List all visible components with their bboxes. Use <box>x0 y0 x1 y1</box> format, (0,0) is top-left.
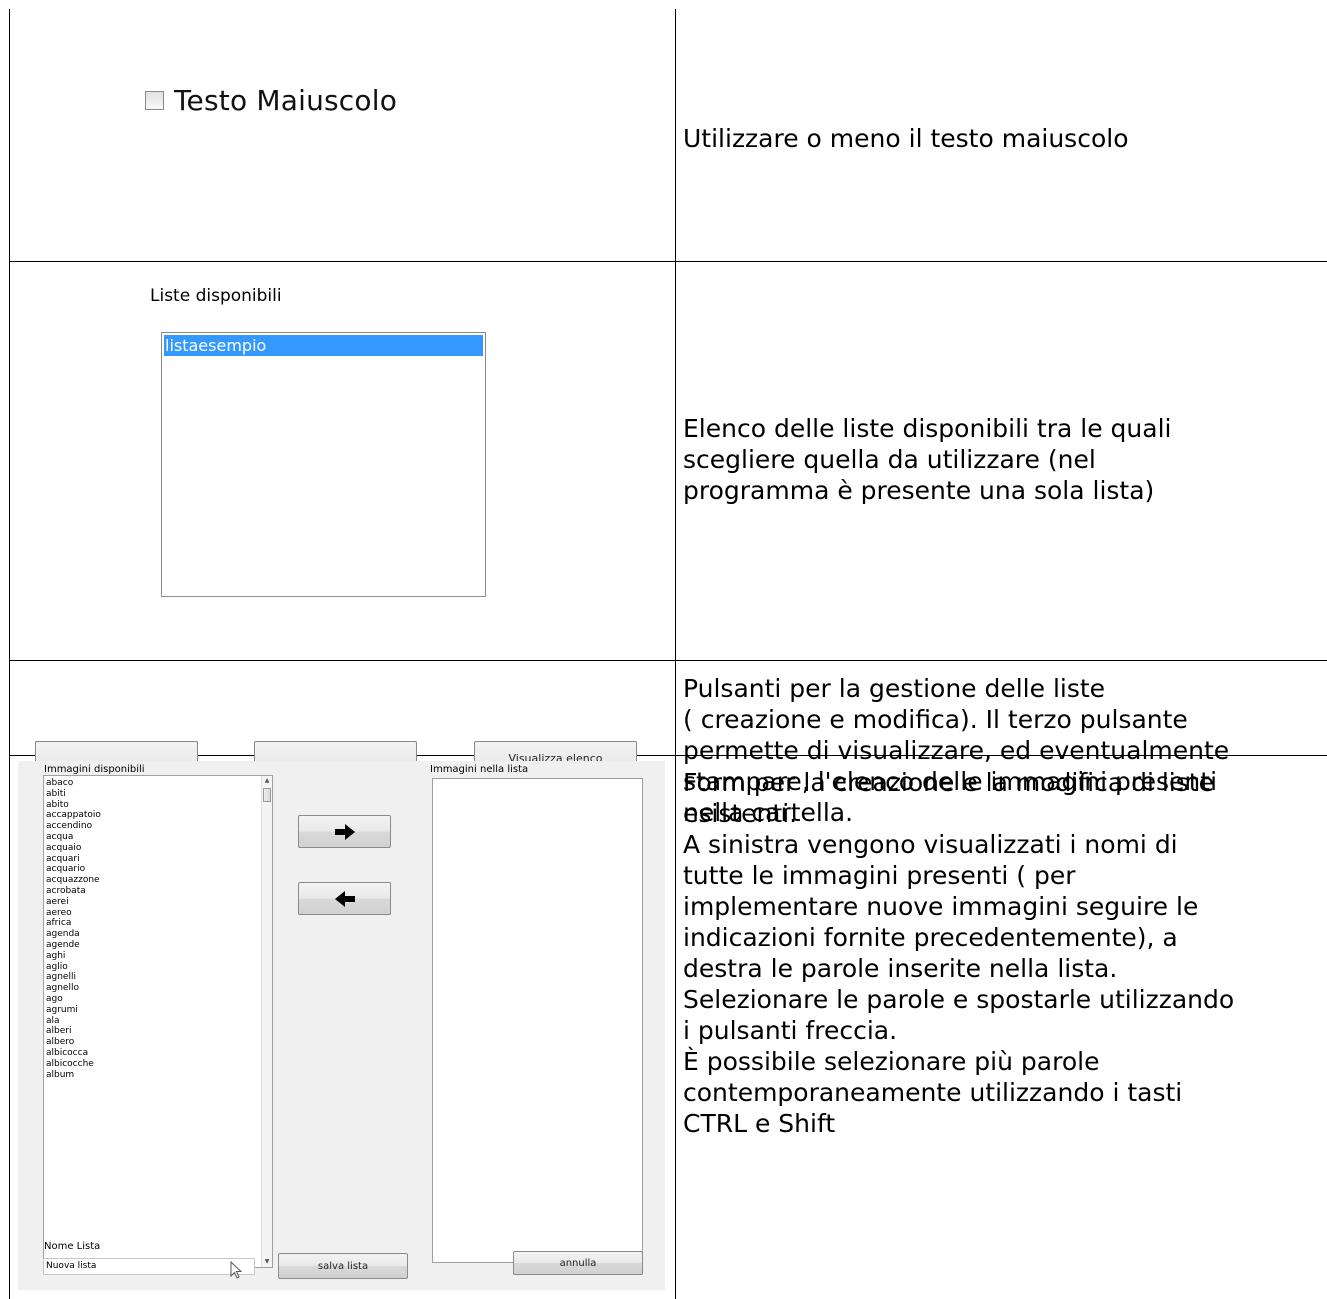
images-in-list-label: Immagini nella lista <box>430 764 529 775</box>
list-name-input[interactable]: Nuova lista <box>43 1258 255 1275</box>
row4-description: Form per la creazione e la modifica di l… <box>683 768 1235 1138</box>
list-item[interactable]: acquari <box>46 854 101 865</box>
list-item[interactable]: accappatoio <box>46 810 101 821</box>
list-item[interactable]: acquaio <box>46 843 101 854</box>
list-item[interactable]: agnello <box>46 983 101 994</box>
row2-description: Elenco delle liste disponibili tra le qu… <box>683 414 1172 505</box>
checkbox-label: Testo Maiuscolo <box>174 84 398 117</box>
mouse-cursor-icon <box>230 1261 242 1279</box>
checkbox-box[interactable] <box>145 91 164 110</box>
list-item[interactable]: aerei <box>46 897 101 908</box>
list-item[interactable]: album <box>46 1070 101 1081</box>
cancel-button[interactable]: annulla <box>513 1251 643 1275</box>
list-item[interactable]: abiti <box>46 789 101 800</box>
table-column-divider <box>675 9 676 1299</box>
scroll-thumb[interactable] <box>263 788 271 802</box>
move-right-button[interactable] <box>298 815 391 848</box>
scroll-down-icon[interactable]: ▼ <box>263 1258 271 1266</box>
listbox-scrollbar[interactable]: ▲ ▼ <box>261 776 272 1267</box>
list-item[interactable]: acquario <box>46 864 101 875</box>
list-item[interactable]: agnelli <box>46 972 101 983</box>
available-images-label: Immagini disponibili <box>44 764 145 775</box>
row-divider-1 <box>9 261 1327 262</box>
available-images-listbox[interactable]: abaco abiti abito accappatoio accendino acqua… <box>43 775 273 1268</box>
list-item[interactable]: abito <box>46 800 101 811</box>
arrow-right-icon <box>334 823 355 840</box>
row-divider-2 <box>9 660 1327 661</box>
move-left-button[interactable] <box>298 882 391 915</box>
list-item[interactable]: aereo <box>46 908 101 919</box>
list-item[interactable]: ago <box>46 994 101 1005</box>
list-item[interactable]: agende <box>46 940 101 951</box>
save-list-button[interactable]: salva lista <box>278 1253 408 1279</box>
list-item[interactable]: acqua <box>46 832 101 843</box>
list-item[interactable]: albicocche <box>46 1059 101 1070</box>
list-item[interactable]: acrobata <box>46 886 101 897</box>
list-item[interactable]: agrumi <box>46 1005 101 1016</box>
table-left-border <box>9 9 10 1299</box>
images-in-list-listbox[interactable] <box>432 778 643 1263</box>
available-lists-label: Liste disponibili <box>150 286 282 306</box>
list-item[interactable]: agenda <box>46 929 101 940</box>
list-item-selected[interactable]: listaesempio <box>164 335 483 356</box>
list-item[interactable]: albero <box>46 1037 101 1048</box>
list-editor-form: Immagini disponibili Immagini nella list… <box>18 761 665 1290</box>
uppercase-checkbox[interactable]: Testo Maiuscolo <box>145 84 397 117</box>
list-name-label: Nome Lista <box>44 1241 101 1252</box>
list-item[interactable]: ala <box>46 1016 101 1027</box>
list-item[interactable]: acquazzone <box>46 875 101 886</box>
list-item[interactable]: africa <box>46 918 101 929</box>
available-lists-listbox[interactable]: listaesempio <box>161 332 486 597</box>
row1-description: Utilizzare o meno il testo maiuscolo <box>683 124 1129 153</box>
list-item[interactable]: aghi <box>46 951 101 962</box>
scroll-up-icon[interactable]: ▲ <box>263 777 271 785</box>
list-item[interactable]: aglio <box>46 962 101 973</box>
arrow-left-icon <box>334 890 355 907</box>
list-item[interactable]: abaco <box>46 778 101 789</box>
available-images-items: abaco abiti abito accappatoio accendino acqua… <box>46 778 101 1080</box>
list-item[interactable]: alberi <box>46 1026 101 1037</box>
list-item[interactable]: accendino <box>46 821 101 832</box>
list-item[interactable]: albicocca <box>46 1048 101 1059</box>
